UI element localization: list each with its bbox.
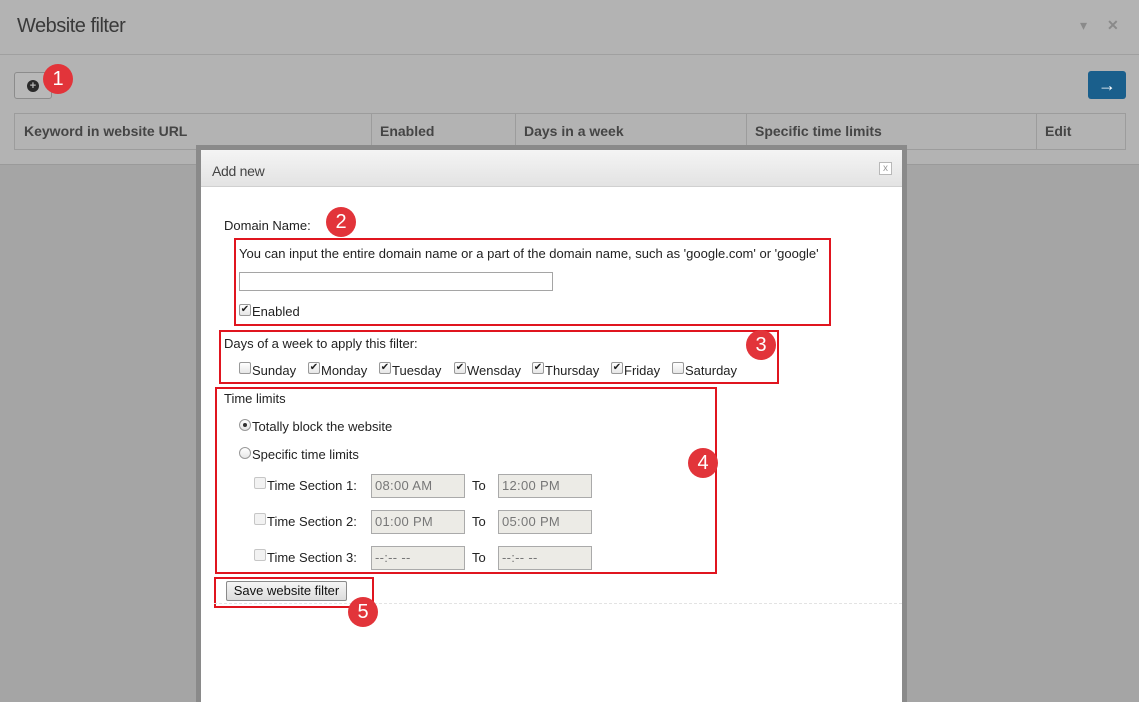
time-section-3-to[interactable]: --:-- -- [498,546,592,570]
annotation-marker-1: 1 [43,64,73,94]
day-checkbox-monday[interactable]: ✔ [308,362,320,374]
annotation-marker-3: 3 [746,330,776,360]
domain-hint-text: You can input the entire domain name or … [239,246,819,261]
day-checkbox-saturday[interactable] [672,362,684,374]
time-section-2-label: Time Section 2: [267,514,357,529]
domain-name-label: Domain Name: [224,218,311,233]
time-section-3-checkbox[interactable] [254,549,266,561]
day-label-tuesday: Tuesday [392,363,442,378]
panel-header: Website filter ▾ ✕ [0,0,1139,55]
time-section-3-from[interactable]: --:-- -- [371,546,465,570]
time-section-1-label: Time Section 1: [267,478,357,493]
time-section-2-to-label: To [472,514,486,529]
block-website-radio[interactable] [239,419,251,431]
save-website-filter-button[interactable]: Save website filter [226,581,347,601]
column-time-limits[interactable]: Specific time limits [746,114,1037,149]
day-label-monday: Monday [321,363,368,378]
time-section-1-checkbox[interactable] [254,477,266,489]
day-label-friday: Friday [624,363,661,378]
annotation-marker-5: 5 [348,597,378,627]
dialog-header: Add new x [201,150,902,187]
time-section-2-checkbox[interactable] [254,513,266,525]
website-filter-panel: Website filter ▾ ✕ + → Keyword in websit… [0,0,1139,165]
add-new-dialog: Add new x Domain Name: You can input the… [196,145,907,702]
time-section-2-from[interactable]: 01:00 PM [371,510,465,534]
day-checkbox-tuesday[interactable]: ✔ [379,362,391,374]
enabled-label: Enabled [252,304,300,319]
column-edit[interactable]: Edit [1036,114,1125,149]
day-label-saturday: Saturday [685,363,738,378]
block-website-label: Totally block the website [252,419,393,434]
column-keyword[interactable]: Keyword in website URL [15,114,372,149]
time-section-1-to[interactable]: 12:00 PM [498,474,592,498]
day-checkbox-wednesday[interactable]: ✔ [454,362,466,374]
day-label-thursday: Thursday [545,363,600,378]
time-section-3-to-label: To [472,550,486,565]
time-section-1-from[interactable]: 08:00 AM [371,474,465,498]
arrow-right-icon: → [1098,75,1116,95]
day-label-wednesday: Wensday [467,363,521,378]
time-section-2-to[interactable]: 05:00 PM [498,510,592,534]
annotation-marker-4: 4 [688,448,718,478]
days-label: Days of a week to apply this filter: [224,336,418,351]
caret-down-icon[interactable]: ▾ [1080,17,1087,34]
dialog-close-icon[interactable]: x [879,162,892,175]
close-icon[interactable]: ✕ [1107,17,1119,34]
time-section-3-label: Time Section 3: [267,550,357,565]
page-title: Website filter [17,15,126,37]
next-button[interactable]: → [1088,71,1126,99]
column-enabled[interactable]: Enabled [371,114,516,149]
dialog-title: Add new [212,163,265,179]
column-days[interactable]: Days in a week [515,114,747,149]
specific-time-label: Specific time limits [252,447,359,462]
annotation-marker-2: 2 [326,207,356,237]
plus-circle-icon: + [27,80,39,92]
domain-name-input[interactable] [239,272,553,291]
day-label-sunday: Sunday [252,363,297,378]
day-checkbox-thursday[interactable]: ✔ [532,362,544,374]
time-section-1-to-label: To [472,478,486,493]
form-divider [214,603,902,604]
day-checkbox-friday[interactable]: ✔ [611,362,623,374]
enabled-checkbox[interactable]: ✔ [239,304,251,316]
specific-time-radio[interactable] [239,447,251,459]
day-checkbox-sunday[interactable] [239,362,251,374]
time-limits-label: Time limits [224,391,286,406]
